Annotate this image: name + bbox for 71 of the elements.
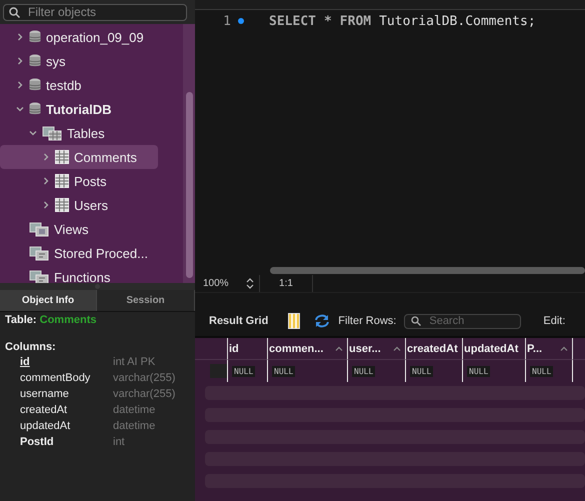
search-icon [9, 6, 20, 18]
table-cell: NULL [467, 366, 490, 376]
tree-item[interactable]: Tables [0, 121, 183, 145]
column-type: datetime [113, 403, 156, 418]
column-type: datetime [113, 419, 156, 434]
tree-item[interactable]: TutorialDB [0, 97, 183, 121]
tree-item[interactable]: sys [0, 49, 183, 73]
column-type: varchar(255) [113, 371, 176, 386]
sql-token: SELECT [269, 14, 316, 28]
table-icon [55, 150, 69, 164]
table-cell: NULL [352, 366, 376, 376]
column-type: varchar(255) [113, 387, 176, 402]
table-cell: NULL [530, 366, 554, 376]
sort-icon [393, 346, 401, 351]
sql-token: TutorialDB.Comments; [379, 14, 536, 28]
table-cell: NULL [232, 366, 256, 376]
columns-label: Columns: [5, 341, 57, 353]
database-icon [29, 102, 41, 116]
tree-item[interactable]: Posts [0, 169, 183, 193]
tables-folder-icon [42, 125, 62, 141]
sql-token: FROM [340, 14, 372, 28]
scrollbar-thumb[interactable] [186, 92, 192, 278]
column-header[interactable]: id [227, 338, 267, 360]
sql-token: * [324, 14, 332, 28]
column-name: createdAt [20, 403, 68, 418]
database-icon [29, 78, 41, 92]
panel-tab[interactable]: Object Info [0, 290, 97, 311]
table-cell: NULL [410, 366, 434, 376]
column-name: id [20, 355, 31, 370]
routines-folder-icon [29, 245, 49, 261]
column-header[interactable]: updatedAt [462, 338, 525, 360]
column-name: PostId [20, 435, 55, 450]
column-type: int AI PK [113, 355, 156, 370]
database-icon [29, 30, 41, 44]
tree-item[interactable]: Users [0, 193, 183, 217]
columns-icon[interactable] [288, 313, 300, 329]
column-type: int [113, 435, 126, 450]
filter-field[interactable]: Filter objects [3, 4, 187, 20]
stepper-icon [246, 278, 254, 289]
refresh-icon[interactable] [314, 314, 330, 328]
zoom-level: 100% [203, 278, 229, 289]
tree-item[interactable]: operation_09_09 [0, 25, 183, 49]
tree-item[interactable]: testdb [0, 73, 183, 97]
database-icon [29, 54, 41, 68]
column-name: username [20, 387, 70, 402]
splitter-handle[interactable] [95, 284, 100, 289]
table-label: Table: [5, 314, 37, 326]
column-header[interactable]: P... [525, 338, 572, 360]
scrollbar-thumb[interactable] [270, 266, 585, 274]
column-name: updatedAt [20, 419, 72, 434]
column-header[interactable]: createdAt [405, 338, 462, 360]
cursor-position: 1:1 [260, 275, 313, 292]
column-header[interactable]: user... [347, 338, 405, 360]
table-icon [55, 174, 69, 188]
table-name: Comments [40, 314, 96, 326]
sort-icon [335, 346, 343, 351]
tree-item[interactable]: Stored Proced... [0, 241, 183, 265]
views-folder-icon [29, 221, 49, 237]
tree-item[interactable]: Views [0, 217, 183, 241]
column-name: commentBody [20, 371, 92, 386]
table-cell: NULL [272, 366, 296, 376]
search-icon [411, 316, 422, 326]
result-grid-tab[interactable]: Result Grid [209, 315, 268, 327]
tree-item[interactable]: Comments [0, 145, 158, 169]
search-field[interactable]: Search [404, 314, 522, 328]
edit-label: Edit: [543, 315, 566, 327]
filter-rows-label: Filter Rows: [338, 315, 396, 327]
sort-icon [560, 346, 568, 351]
line-number: 1 [222, 14, 231, 28]
table-icon [55, 198, 69, 212]
column-header[interactable]: commen... [267, 338, 347, 360]
